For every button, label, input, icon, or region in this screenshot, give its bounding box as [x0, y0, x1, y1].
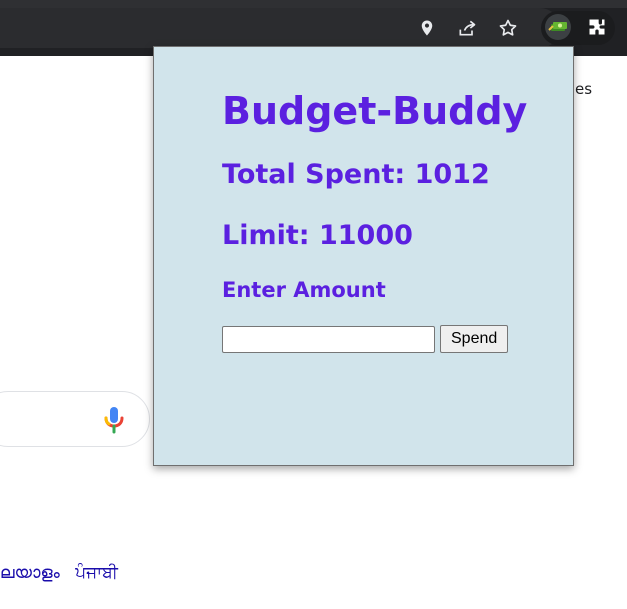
limit-label: Limit:: [222, 220, 310, 251]
total-spent-heading: Total Spent: 1012: [222, 157, 552, 193]
language-link-malayalam[interactable]: ലയാളം: [0, 563, 60, 583]
total-spent-value: 1012: [414, 159, 490, 190]
microphone-icon[interactable]: [103, 406, 125, 434]
background-page-text: es: [575, 80, 593, 98]
popup-title: Budget-Buddy: [222, 89, 528, 133]
puzzle-piece-icon[interactable]: [584, 14, 610, 40]
spend-button[interactable]: Spend: [440, 325, 509, 353]
budget-buddy-popup: Budget-Buddy Total Spent: 1012 Limit: 11…: [153, 46, 574, 466]
total-spent-label: Total Spent:: [222, 159, 406, 190]
spend-form: Spend: [222, 325, 552, 353]
popup-content: Budget-Buddy Total Spent: 1012 Limit: 11…: [222, 85, 552, 353]
limit-value: 11000: [318, 220, 413, 251]
limit-heading: Limit: 11000: [222, 218, 552, 254]
location-pin-icon[interactable]: [413, 14, 441, 42]
star-icon[interactable]: [494, 14, 522, 42]
enter-amount-label: Enter Amount: [222, 278, 386, 302]
background-search-box[interactable]: [0, 391, 150, 447]
browser-tab-strip: [0, 0, 627, 8]
amount-input[interactable]: [222, 325, 435, 353]
budget-buddy-extension-icon[interactable]: [545, 14, 571, 40]
language-links: ലയാളം ਪੰਜਾਬੀ: [0, 563, 128, 583]
language-link-punjabi[interactable]: ਪੰਜਾਬੀ: [75, 563, 118, 583]
share-icon[interactable]: [453, 14, 481, 42]
